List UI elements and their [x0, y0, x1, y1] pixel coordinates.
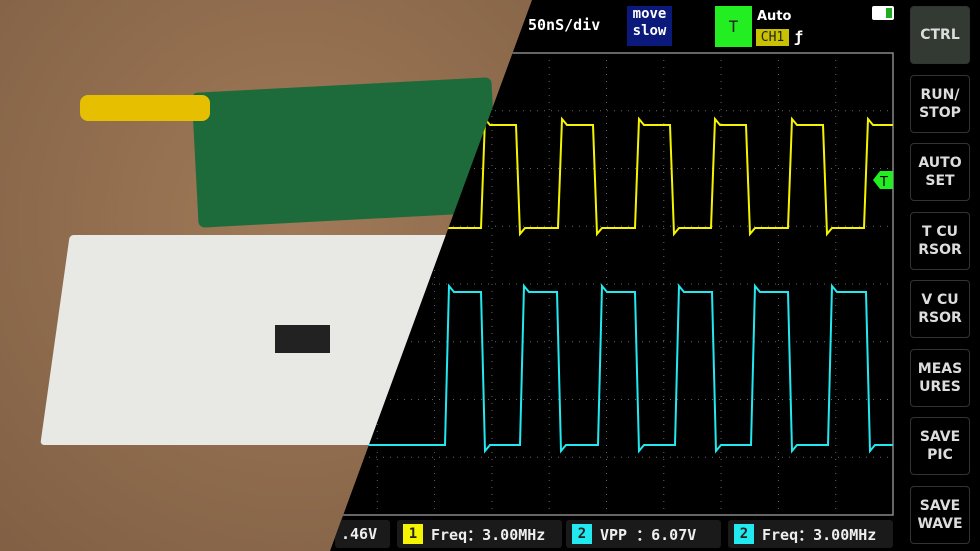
channel-badge: 2 — [734, 524, 754, 544]
trigger-source[interactable]: CH1 — [756, 29, 789, 46]
sidebar-button-auto-set[interactable]: AUTO SET — [910, 143, 970, 201]
sidebar-button-v-cu-rsor[interactable]: V CU RSOR — [910, 280, 970, 338]
measurement-partial: .46V — [335, 520, 390, 548]
sidebar-button-run-stop[interactable]: RUN/ STOP — [910, 74, 970, 133]
measurement-ch2-vpp: 2 VPP ：6.07V — [566, 520, 721, 548]
trigger-level-label: T — [879, 175, 888, 190]
rca-connector — [80, 95, 210, 121]
rising-edge-icon: ƒ — [794, 28, 804, 46]
timebase-label: 50nS/div — [528, 16, 601, 34]
measurement-value: Freq：3.00MHz — [762, 525, 877, 544]
sidebar-button-t-cu-rsor[interactable]: T CU RSOR — [910, 211, 970, 270]
battery-icon — [872, 6, 894, 20]
sidebar-button-meas-ures[interactable]: MEAS URES — [910, 348, 970, 407]
ic-chip — [275, 325, 330, 353]
move-mode-button[interactable]: move slow — [627, 6, 672, 46]
measurement-value: VPP ：6.07V — [600, 525, 697, 544]
measurement-value: Freq：3.00MHz — [431, 525, 546, 544]
measurement-ch1-freq: 1 Freq：3.00MHz — [397, 520, 562, 548]
measurement-value: .46V — [341, 525, 378, 543]
trigger-mode: Auto — [757, 9, 792, 24]
circuit-board — [191, 77, 499, 228]
sidebar-button-ctrl[interactable]: CTRL — [910, 6, 970, 64]
channel-badge: 1 — [403, 524, 423, 544]
channel-badge: 2 — [572, 524, 592, 544]
trigger-button[interactable]: T — [715, 6, 752, 47]
measurement-ch2-freq: 2 Freq：3.00MHz — [728, 520, 893, 548]
sidebar-button-save-wave[interactable]: SAVE WAVE — [910, 485, 970, 544]
sidebar-button-save-pic[interactable]: SAVE PIC — [910, 417, 970, 475]
